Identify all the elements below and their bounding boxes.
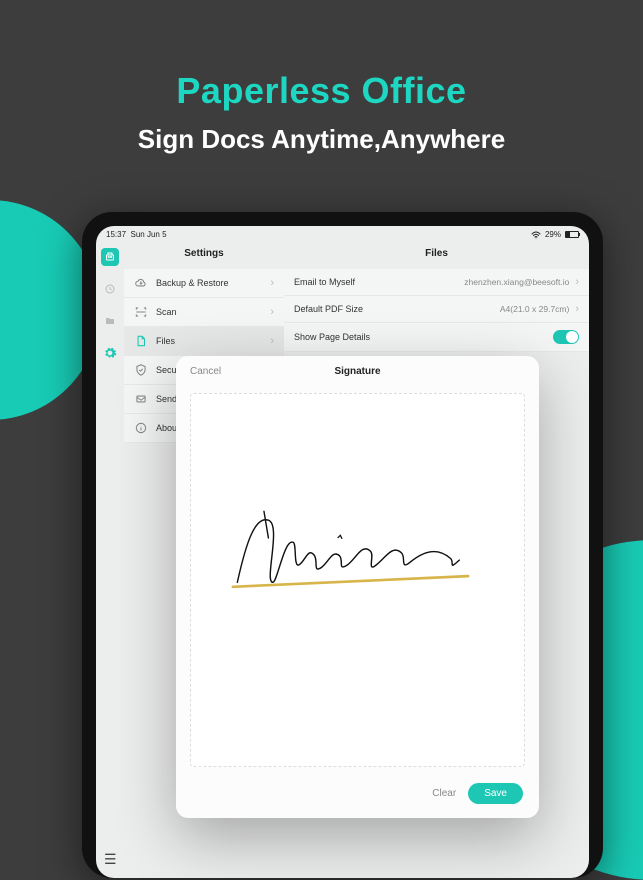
row-email[interactable]: Email to Myself zhenzhen.xiang@beesoft.i… bbox=[284, 269, 589, 296]
row-details-label: Show Page Details bbox=[294, 332, 370, 342]
status-bar: 15:37 Sun Jun 5 29% bbox=[96, 226, 589, 243]
signature-canvas[interactable] bbox=[190, 393, 525, 767]
battery-icon bbox=[565, 231, 579, 238]
row-scan-label: Scan bbox=[156, 307, 177, 317]
row-send-label: Send bbox=[156, 394, 177, 404]
row-files[interactable]: Files › bbox=[124, 327, 284, 356]
tablet-frame: 15:37 Sun Jun 5 29% bbox=[82, 212, 603, 878]
hamburger-icon[interactable]: ☰ bbox=[104, 851, 117, 868]
files-icon bbox=[134, 334, 148, 348]
hero-subtitle: Sign Docs Anytime,Anywhere bbox=[0, 124, 643, 155]
hero-title: Paperless Office bbox=[0, 70, 643, 112]
status-right: 29% bbox=[531, 230, 579, 239]
rail-settings-icon[interactable] bbox=[101, 344, 119, 362]
wifi-icon bbox=[531, 231, 541, 239]
send-icon bbox=[134, 392, 148, 406]
row-email-label: Email to Myself bbox=[294, 277, 355, 287]
row-files-label: Files bbox=[156, 336, 175, 346]
row-security-label: Secu bbox=[156, 365, 177, 375]
row-backup-label: Backup & Restore bbox=[156, 278, 229, 288]
row-pdf[interactable]: Default PDF Size A4(21.0 x 29.7cm) › bbox=[284, 296, 589, 323]
settings-header: Settings bbox=[124, 242, 284, 269]
rail-folder-icon[interactable] bbox=[101, 312, 119, 330]
rail-fax-icon[interactable] bbox=[101, 248, 119, 266]
cancel-button[interactable]: Cancel bbox=[190, 366, 221, 377]
modal-title: Signature bbox=[176, 366, 539, 377]
info-icon bbox=[134, 421, 148, 435]
row-pdf-value: A4(21.0 x 29.7cm) bbox=[500, 304, 569, 314]
status-date: Sun Jun 5 bbox=[130, 230, 166, 239]
row-backup[interactable]: Backup & Restore › bbox=[124, 269, 284, 298]
modal-footer: Clear Save bbox=[176, 773, 539, 818]
tablet-screen: 15:37 Sun Jun 5 29% bbox=[96, 226, 589, 878]
chevron-right-icon: › bbox=[575, 276, 579, 288]
row-pdf-label: Default PDF Size bbox=[294, 304, 363, 314]
modal-header: Cancel Signature x bbox=[176, 356, 539, 387]
row-scan[interactable]: Scan › bbox=[124, 298, 284, 327]
details-toggle[interactable] bbox=[553, 330, 579, 344]
chevron-right-icon: › bbox=[270, 277, 274, 289]
chevron-right-icon: › bbox=[575, 303, 579, 315]
row-details[interactable]: Show Page Details bbox=[284, 323, 589, 352]
chevron-right-icon: › bbox=[270, 306, 274, 318]
shield-icon bbox=[134, 363, 148, 377]
files-header: Files bbox=[284, 242, 589, 269]
row-email-value: zhenzhen.xiang@beesoft.io bbox=[464, 277, 569, 287]
side-rail: ☰ bbox=[96, 242, 124, 878]
signature-drawing bbox=[224, 498, 490, 605]
chevron-right-icon: › bbox=[270, 335, 274, 347]
status-left: 15:37 Sun Jun 5 bbox=[106, 230, 167, 239]
scan-icon bbox=[134, 305, 148, 319]
battery-percent: 29% bbox=[545, 230, 561, 239]
clear-button[interactable]: Clear bbox=[432, 788, 456, 799]
rail-clock-icon[interactable] bbox=[101, 280, 119, 298]
signature-modal: Cancel Signature x Clear Save bbox=[176, 356, 539, 818]
row-about-label: Abou bbox=[156, 423, 177, 433]
cloud-icon bbox=[134, 276, 148, 290]
status-time: 15:37 bbox=[106, 230, 126, 239]
save-button[interactable]: Save bbox=[468, 783, 523, 804]
hero: Paperless Office Sign Docs Anytime,Anywh… bbox=[0, 70, 643, 155]
